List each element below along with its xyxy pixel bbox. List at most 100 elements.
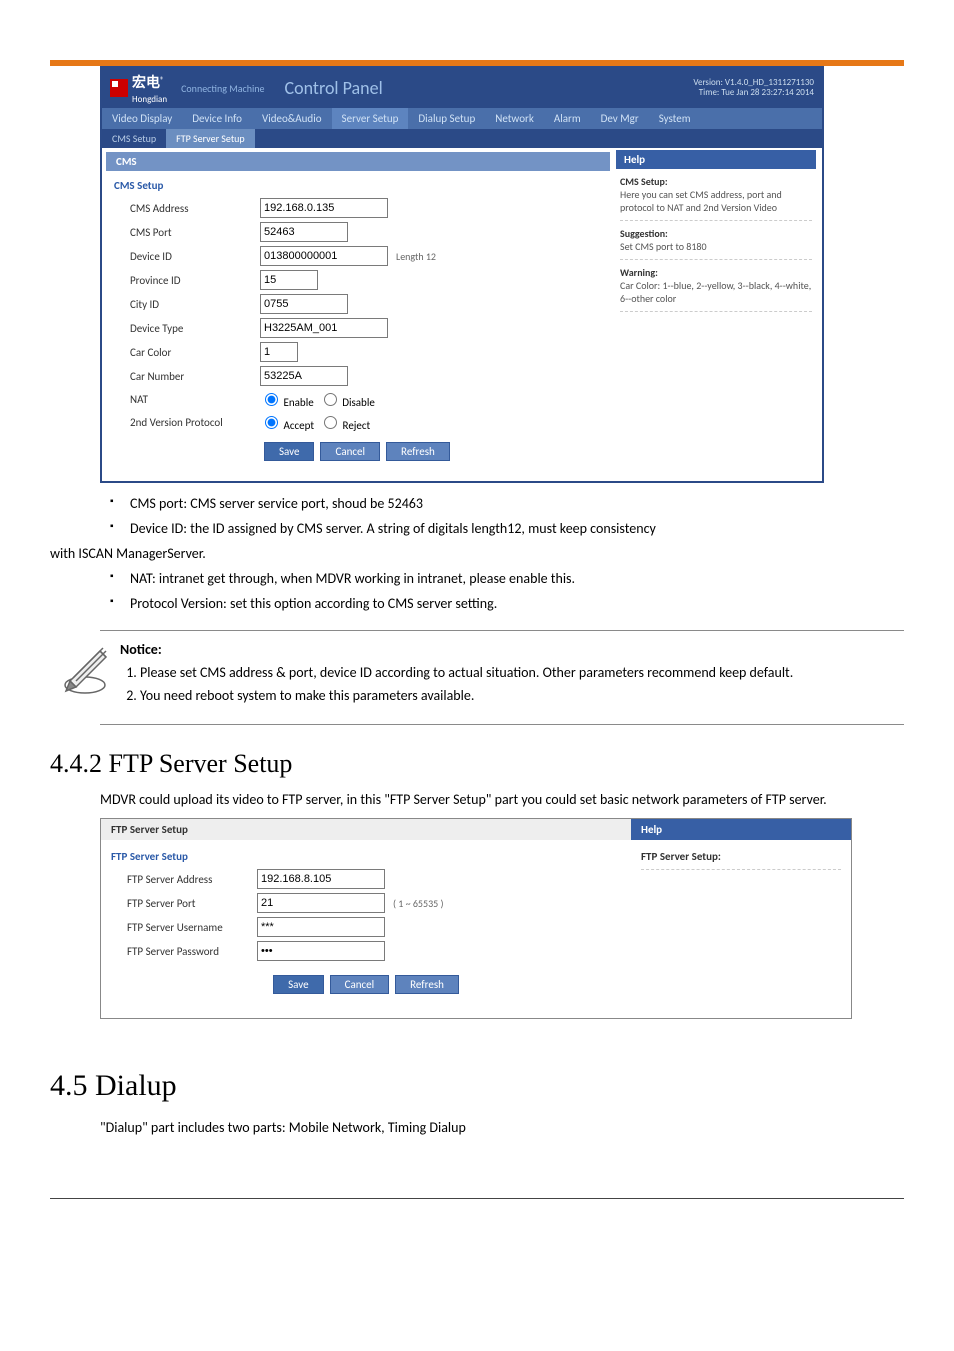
radio-protocol-reject-label: Reject: [343, 419, 371, 432]
bullet-device-id: Device ID: the ID assigned by CMS server…: [100, 518, 904, 539]
subtab-ftp-server-setup[interactable]: FTP Server Setup: [166, 129, 255, 148]
sub-tabs: CMS Setup FTP Server Setup: [102, 129, 822, 148]
bullet-protocol: Protocol Version: set this option accord…: [100, 593, 904, 614]
label-city-id: City ID: [114, 298, 260, 311]
logo-subtext: Hongdian: [132, 94, 167, 105]
footer-rule: [50, 1198, 904, 1199]
cms-setup-title: CMS Setup: [114, 179, 602, 192]
label-car-number: Car Number: [114, 370, 260, 383]
save-button[interactable]: Save: [264, 442, 314, 461]
tab-video-audio[interactable]: Video&Audio: [252, 108, 332, 129]
tab-server-setup[interactable]: Server Setup: [332, 108, 409, 129]
help-suggestion-title: Suggestion:: [620, 227, 668, 240]
device-id-length: Length 12: [396, 250, 436, 263]
input-ftp-password[interactable]: [257, 941, 385, 961]
bullet-nat: NAT: intranet get through, when MDVR wor…: [100, 568, 904, 589]
cms-bar: CMS: [106, 152, 610, 171]
logo-text: 宏电: [132, 74, 160, 91]
panel-right: Help CMS Setup: Here you can set CMS add…: [612, 150, 820, 479]
tab-video-display[interactable]: Video Display: [102, 108, 182, 129]
heading-45: 4.5 Dialup: [50, 1069, 904, 1103]
label-protocol: 2nd Version Protocol: [114, 416, 260, 429]
help-cms-text: Here you can set CMS address, port and p…: [620, 188, 782, 214]
panel-header: 宏电® Hongdian Connecting Machine Control …: [102, 68, 822, 108]
input-province-id[interactable]: [260, 270, 318, 290]
input-city-id[interactable]: [260, 294, 348, 314]
label-ftp-password: FTP Server Password: [111, 945, 257, 958]
label-ftp-port: FTP Server Port: [111, 897, 257, 910]
help-warning-text: Car Color: 1--blue, 2--yellow, 3--black,…: [620, 279, 811, 305]
label-cms-address: CMS Address: [114, 202, 260, 215]
time-line: Time: Tue Jan 28 23:27:14 2014: [693, 88, 814, 98]
subtab-cms-setup[interactable]: CMS Setup: [102, 129, 166, 148]
ftp-port-range: ( 1 ~ 65535 ): [393, 897, 444, 910]
divider-after-notice: [100, 724, 904, 725]
hongdian-logo-icon: [110, 79, 128, 97]
panel-body: CMS CMS Setup CMS Address CMS Port Devic…: [102, 148, 822, 481]
button-row: Save Cancel Refresh: [264, 442, 602, 461]
ftp-save-button[interactable]: Save: [273, 975, 323, 994]
input-car-number[interactable]: [260, 366, 348, 386]
label-car-color: Car Color: [114, 346, 260, 359]
body-45: "Dialup" part includes two parts: Mobile…: [100, 1117, 904, 1138]
heading-442: 4.4.2 FTP Server Setup: [50, 749, 904, 779]
ftp-refresh-button[interactable]: Refresh: [395, 975, 459, 994]
tab-device-info[interactable]: Device Info: [182, 108, 252, 129]
input-ftp-username[interactable]: [257, 917, 385, 937]
input-cms-port[interactable]: [260, 222, 348, 242]
tab-system[interactable]: System: [649, 108, 701, 129]
notice-item-1: Please set CMS address & port, device ID…: [140, 662, 894, 683]
panel-left: CMS CMS Setup CMS Address CMS Port Devic…: [104, 150, 612, 479]
control-panel-title: Control Panel: [285, 77, 383, 99]
help-suggestion-text: Set CMS port to 8180: [620, 240, 707, 253]
radio-protocol-reject[interactable]: Reject: [319, 413, 370, 432]
help-body: CMS Setup: Here you can set CMS address,…: [616, 169, 816, 324]
main-tabs: Video Display Device Info Video&Audio Se…: [102, 108, 822, 129]
ftp-section-title: FTP Server Setup: [111, 850, 621, 863]
ftp-help-bar: Help: [631, 819, 851, 840]
ftp-button-row: Save Cancel Refresh: [111, 965, 621, 1008]
input-cms-address[interactable]: [260, 198, 388, 218]
bullet-list: CMS port: CMS server service port, shoud…: [100, 493, 904, 614]
ftp-body: FTP Server Setup FTP Server Address FTP …: [101, 840, 851, 1018]
label-province-id: Province ID: [114, 274, 260, 287]
tab-dialup-setup[interactable]: Dialup Setup: [408, 108, 485, 129]
ftp-top: FTP Server Setup Help: [101, 819, 851, 840]
bullet-device-id-wrap: with ISCAN ManagerServer.: [50, 543, 904, 564]
radio-nat-disable[interactable]: Disable: [319, 390, 375, 409]
notice-block: Notice: Please set CMS address & port, d…: [50, 641, 904, 708]
input-device-type[interactable]: [260, 318, 388, 338]
radio-nat-disable-label: Disable: [342, 396, 375, 409]
ftp-left: FTP Server Setup FTP Server Address FTP …: [101, 840, 631, 1018]
input-ftp-port[interactable]: [257, 893, 385, 913]
notice-text: Notice: Please set CMS address & port, d…: [120, 641, 904, 708]
cancel-button[interactable]: Cancel: [320, 442, 380, 461]
logo-block: 宏电® Hongdian Connecting Machine Control …: [110, 72, 383, 105]
tab-dev-mgr[interactable]: Dev Mgr: [591, 108, 649, 129]
ftp-help-title: FTP Server Setup:: [641, 850, 721, 863]
radio-nat-enable[interactable]: Enable: [260, 390, 314, 409]
divider-before-notice: [100, 630, 904, 631]
label-ftp-address: FTP Server Address: [111, 873, 257, 886]
label-ftp-username: FTP Server Username: [111, 921, 257, 934]
input-car-color[interactable]: [260, 342, 298, 362]
notice-item-2: You need reboot system to make this para…: [140, 685, 894, 706]
help-warning-title: Warning:: [620, 266, 658, 279]
radio-nat-enable-label: Enable: [284, 396, 314, 409]
body-442: MDVR could upload its video to FTP serve…: [100, 789, 904, 810]
label-cms-port: CMS Port: [114, 226, 260, 239]
label-nat: NAT: [114, 393, 260, 406]
input-ftp-address[interactable]: [257, 869, 385, 889]
radio-protocol-accept[interactable]: Accept: [260, 413, 314, 432]
version-block: Version: V1.4.0_HD_1311271130 Time: Tue …: [693, 78, 814, 98]
input-device-id[interactable]: [260, 246, 388, 266]
cms-screenshot-panel: 宏电® Hongdian Connecting Machine Control …: [100, 66, 824, 483]
label-device-id: Device ID: [114, 250, 260, 263]
ftp-cancel-button[interactable]: Cancel: [330, 975, 390, 994]
refresh-button[interactable]: Refresh: [386, 442, 450, 461]
tab-alarm[interactable]: Alarm: [544, 108, 591, 129]
tab-network[interactable]: Network: [485, 108, 544, 129]
ftp-screenshot-panel: FTP Server Setup Help FTP Server Setup F…: [100, 818, 852, 1019]
connecting-machine-label: Connecting Machine: [181, 82, 264, 95]
pencil-icon: [60, 637, 110, 697]
